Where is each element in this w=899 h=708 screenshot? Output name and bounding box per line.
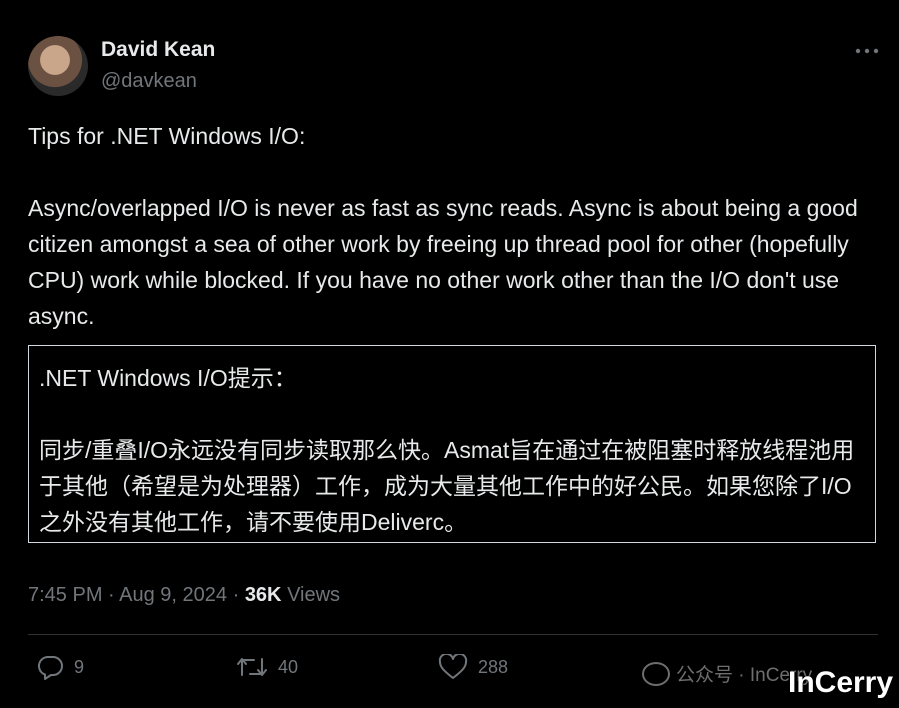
avatar[interactable]	[28, 36, 88, 96]
author-handle[interactable]: @davkean	[101, 70, 197, 93]
reply-icon	[37, 655, 63, 680]
divider	[28, 634, 878, 635]
translation-line-1: .NET Windows I/O提示：	[39, 365, 297, 391]
retweet-icon	[237, 658, 267, 676]
reply-count: 9	[74, 656, 85, 677]
separator: ·	[102, 584, 120, 606]
reply-button[interactable]: 9	[36, 654, 84, 680]
tweet-date[interactable]: Aug 9, 2024	[119, 584, 227, 606]
like-count: 288	[478, 656, 509, 677]
like-button[interactable]: 288	[438, 654, 508, 680]
wechat-logo-icon	[642, 661, 670, 686]
retweet-button[interactable]: 40	[236, 654, 298, 680]
more-button[interactable]	[852, 36, 882, 66]
tweet-line-2: Async/overlapped I/O is never as fast as…	[28, 195, 858, 329]
tweet-meta: 7:45 PM · Aug 9, 2024 · 36K Views	[28, 584, 340, 607]
tweet-text: Tips for .NET Windows I/O: Async/overlap…	[28, 118, 878, 334]
views-label: Views	[281, 584, 341, 606]
views-count: 36K	[244, 584, 282, 606]
separator: ·	[227, 584, 245, 606]
tweet-line-1: Tips for .NET Windows I/O:	[28, 123, 306, 149]
author-name[interactable]: David Kean	[101, 38, 215, 62]
like-icon	[438, 654, 468, 679]
watermark-brand: InCerry	[788, 666, 894, 699]
watermark-account: 公众号 · InCerry	[642, 660, 812, 687]
retweet-count: 40	[278, 656, 299, 677]
more-icon	[855, 48, 879, 54]
translation-box: .NET Windows I/O提示： 同步/重叠I/O永远没有同步读取那么快。…	[28, 345, 876, 543]
translation-line-2: 同步/重叠I/O永远没有同步读取那么快。Asmat旨在通过在被阻塞时释放线程池用…	[39, 437, 855, 535]
tweet-time[interactable]: 7:45 PM	[28, 584, 102, 606]
